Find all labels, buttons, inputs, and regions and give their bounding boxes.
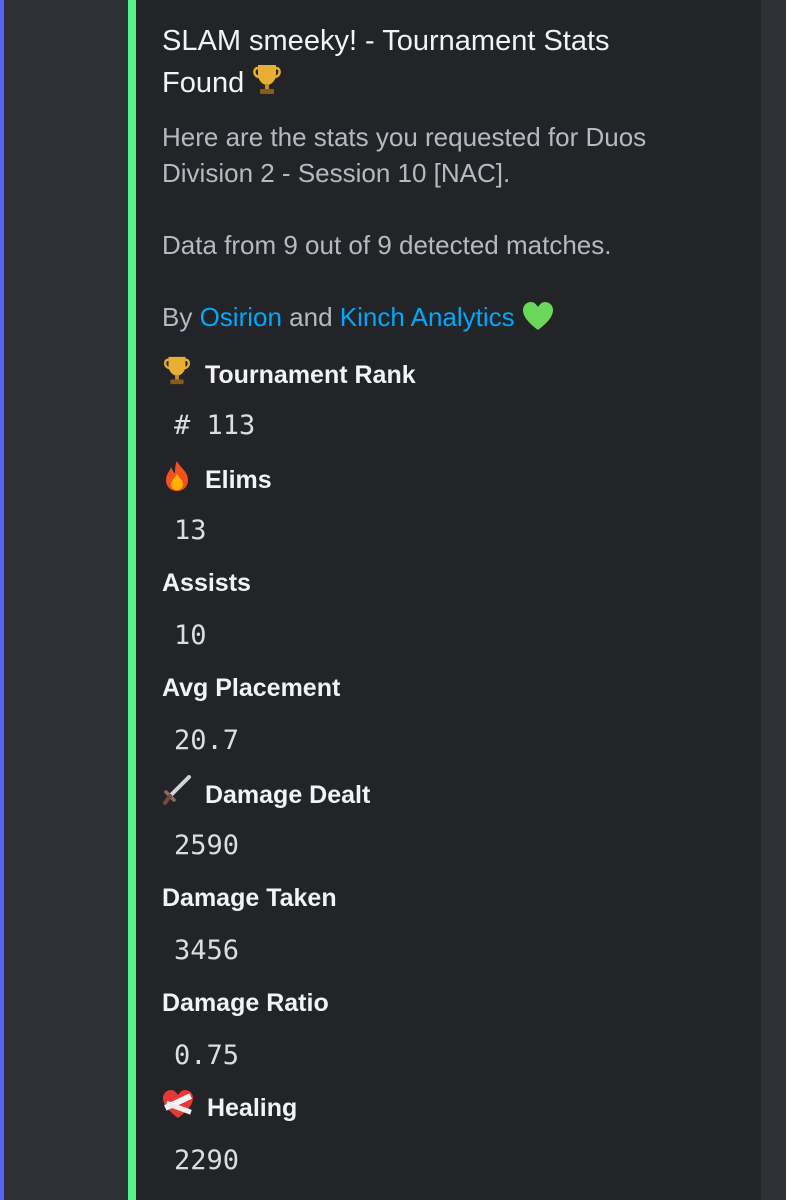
- field-damage-ratio: Damage Ratio 0.75: [162, 985, 742, 1090]
- bandaged-heart-icon: [162, 1090, 207, 1122]
- embed-title-line1: SLAM smeeky! - Tournament Stats: [162, 25, 610, 57]
- field-name: Damage Taken: [162, 884, 337, 912]
- field-name: Damage Dealt: [204, 781, 371, 809]
- left-accent-bar: [0, 0, 4, 1200]
- data-matches-line: Data from 9 out of 9 detected matches.: [162, 230, 612, 260]
- field-value: # 113: [174, 410, 256, 441]
- embed-title-line2-row: Found: [162, 62, 742, 104]
- embed-border: [128, 0, 136, 1200]
- field-name-row: Elims: [162, 460, 272, 498]
- field-name: Damage Ratio: [162, 989, 329, 1017]
- field-value: 13: [174, 515, 207, 546]
- field-avg-placement: Avg Placement 20.7: [162, 670, 742, 775]
- field-value: 0.75: [174, 1040, 240, 1071]
- field-name: Assists: [162, 569, 251, 597]
- field-name: Healing: [206, 1094, 298, 1122]
- description-line1: Here are the stats you requested for Duo…: [162, 122, 647, 152]
- field-assists: Assists 10: [162, 565, 742, 670]
- embed-content: SLAM smeeky! - Tournament Stats Found He…: [162, 20, 742, 1176]
- embed-title-line2: Found: [162, 67, 245, 99]
- field-name: Avg Placement: [162, 674, 341, 702]
- dagger-icon: [162, 775, 205, 809]
- field-name: Tournament Rank: [204, 361, 416, 389]
- credits-by: By: [162, 302, 193, 332]
- trophy-icon: [252, 65, 282, 99]
- fire-icon: [162, 461, 205, 494]
- description-line2: Division 2 - Session 10 [NAC].: [162, 158, 511, 188]
- field-value: 3456: [174, 935, 240, 966]
- field-healing: Healing 2290: [162, 1090, 742, 1195]
- green-heart-icon: [522, 302, 554, 332]
- field-damage-taken: Damage Taken 3456: [162, 880, 742, 985]
- field-tournament-rank: Tournament Rank # 113: [162, 355, 742, 460]
- field-name: Elims: [204, 466, 272, 494]
- stats-fields: Tournament Rank # 113 Elims 13 Assists 1…: [162, 355, 742, 1195]
- credits-line: By Osirion and Kinch Analytics: [162, 299, 742, 335]
- field-name-row: Healing: [162, 1090, 297, 1126]
- credits-and: and: [289, 302, 333, 332]
- embed-description: Here are the stats you requested for Duo…: [162, 119, 742, 191]
- field-value: 2290: [174, 1145, 240, 1176]
- field-elims: Elims 13: [162, 460, 742, 565]
- field-name-row: Tournament Rank: [162, 355, 416, 393]
- field-value: 2590: [174, 830, 240, 861]
- field-damage-dealt: Damage Dealt 2590: [162, 775, 742, 880]
- osirion-link[interactable]: Osirion: [200, 302, 282, 332]
- field-value: 20.7: [174, 725, 240, 756]
- stats-embed: SLAM smeeky! - Tournament Stats Found He…: [128, 0, 761, 1200]
- field-value: 10: [174, 620, 207, 651]
- kinch-analytics-link[interactable]: Kinch Analytics: [340, 302, 515, 332]
- embed-title: SLAM smeeky! - Tournament Stats Found: [162, 20, 742, 104]
- field-name-row: Damage Dealt: [162, 775, 370, 813]
- trophy-icon: [162, 356, 205, 389]
